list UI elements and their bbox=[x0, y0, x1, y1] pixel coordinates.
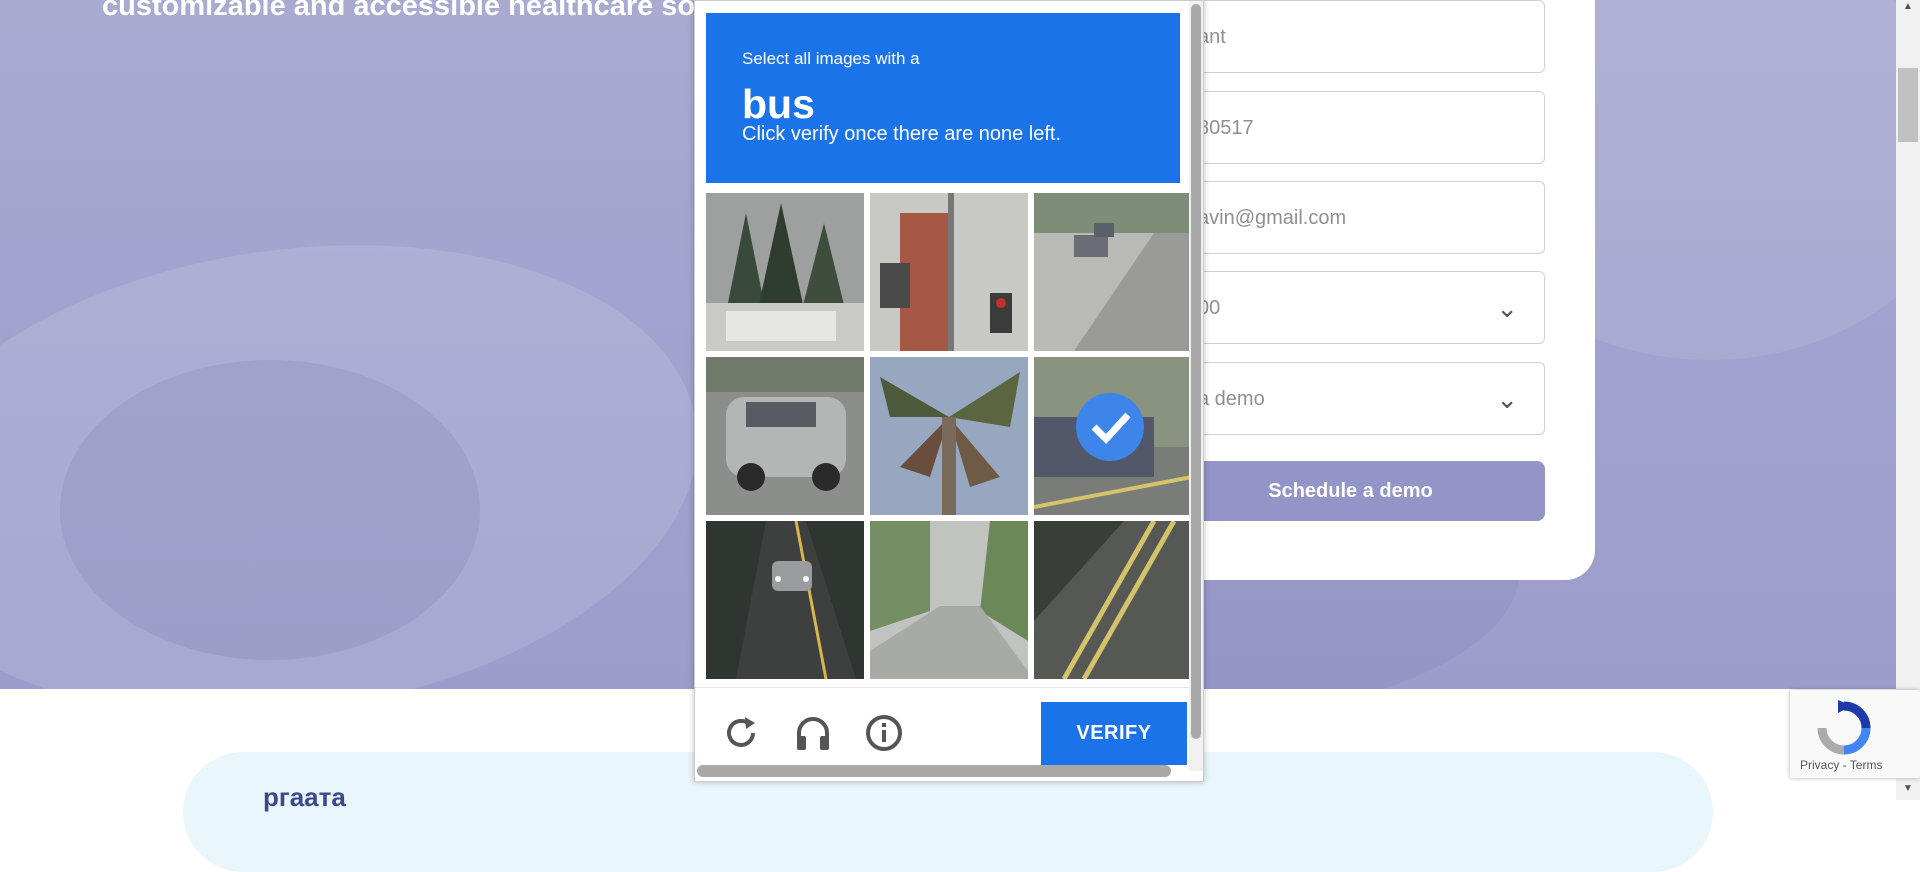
email-value: avin@gmail.com bbox=[1198, 207, 1347, 229]
street-image bbox=[1034, 193, 1192, 351]
captcha-tile-7[interactable] bbox=[706, 521, 864, 679]
captcha-instruction-header: Select all images with a bus Click verif… bbox=[706, 13, 1180, 183]
recaptcha-privacy-terms-link[interactable]: Privacy - Terms bbox=[1800, 758, 1882, 772]
captcha-tile-1[interactable] bbox=[706, 193, 864, 351]
recaptcha-logo-icon bbox=[1817, 700, 1871, 755]
captcha-tile-9[interactable] bbox=[1034, 521, 1192, 679]
reload-icon[interactable] bbox=[721, 713, 761, 753]
verify-button[interactable]: VERIFY bbox=[1041, 702, 1187, 765]
interest-value: a demo bbox=[1198, 388, 1265, 410]
car-image bbox=[706, 521, 864, 679]
hero-headline: customizable and accessible healthcare s… bbox=[102, 0, 731, 22]
captcha-vertical-scroll-thumb[interactable] bbox=[1191, 4, 1201, 739]
captcha-challenge-dialog: Select all images with a bus Click verif… bbox=[694, 0, 1204, 782]
instruction-suffix: Click verify once there are none left. bbox=[742, 123, 1062, 145]
suv-image bbox=[706, 357, 864, 515]
captcha-tile-5[interactable] bbox=[870, 357, 1028, 515]
phone-value: 80517 bbox=[1198, 117, 1254, 139]
audio-icon[interactable] bbox=[793, 713, 833, 753]
captcha-tile-6-selected[interactable] bbox=[1034, 357, 1192, 515]
captcha-tile-3[interactable] bbox=[1034, 193, 1192, 351]
road-image bbox=[870, 521, 1028, 679]
scroll-up-icon[interactable]: ▲ bbox=[1898, 1, 1918, 17]
lower-section-heading: ргаата bbox=[263, 782, 346, 812]
captcha-tile-2[interactable] bbox=[870, 193, 1028, 351]
road-markings-image bbox=[1034, 521, 1192, 679]
captcha-tile-4[interactable] bbox=[706, 357, 864, 515]
scroll-down-icon[interactable]: ▼ bbox=[1898, 783, 1918, 799]
chevron-down-icon: ⌄ bbox=[1496, 384, 1518, 414]
captcha-horizontal-scroll-thumb[interactable] bbox=[697, 765, 1171, 777]
target-object-label: bus bbox=[742, 81, 815, 127]
truck-image bbox=[1034, 357, 1192, 515]
info-icon[interactable] bbox=[864, 713, 904, 753]
background-shape bbox=[60, 360, 480, 660]
captcha-tile-8[interactable] bbox=[870, 521, 1028, 679]
page-scrollbar-thumb[interactable] bbox=[1898, 68, 1918, 142]
trees-image bbox=[706, 193, 864, 351]
captcha-footer-divider bbox=[695, 687, 1189, 688]
palm-tree-image bbox=[870, 357, 1028, 515]
building-image bbox=[870, 193, 1028, 351]
instruction-prefix: Select all images with a bbox=[742, 49, 920, 68]
recaptcha-badge[interactable]: Privacy - Terms bbox=[1790, 690, 1920, 778]
chevron-down-icon: ⌄ bbox=[1496, 293, 1518, 323]
